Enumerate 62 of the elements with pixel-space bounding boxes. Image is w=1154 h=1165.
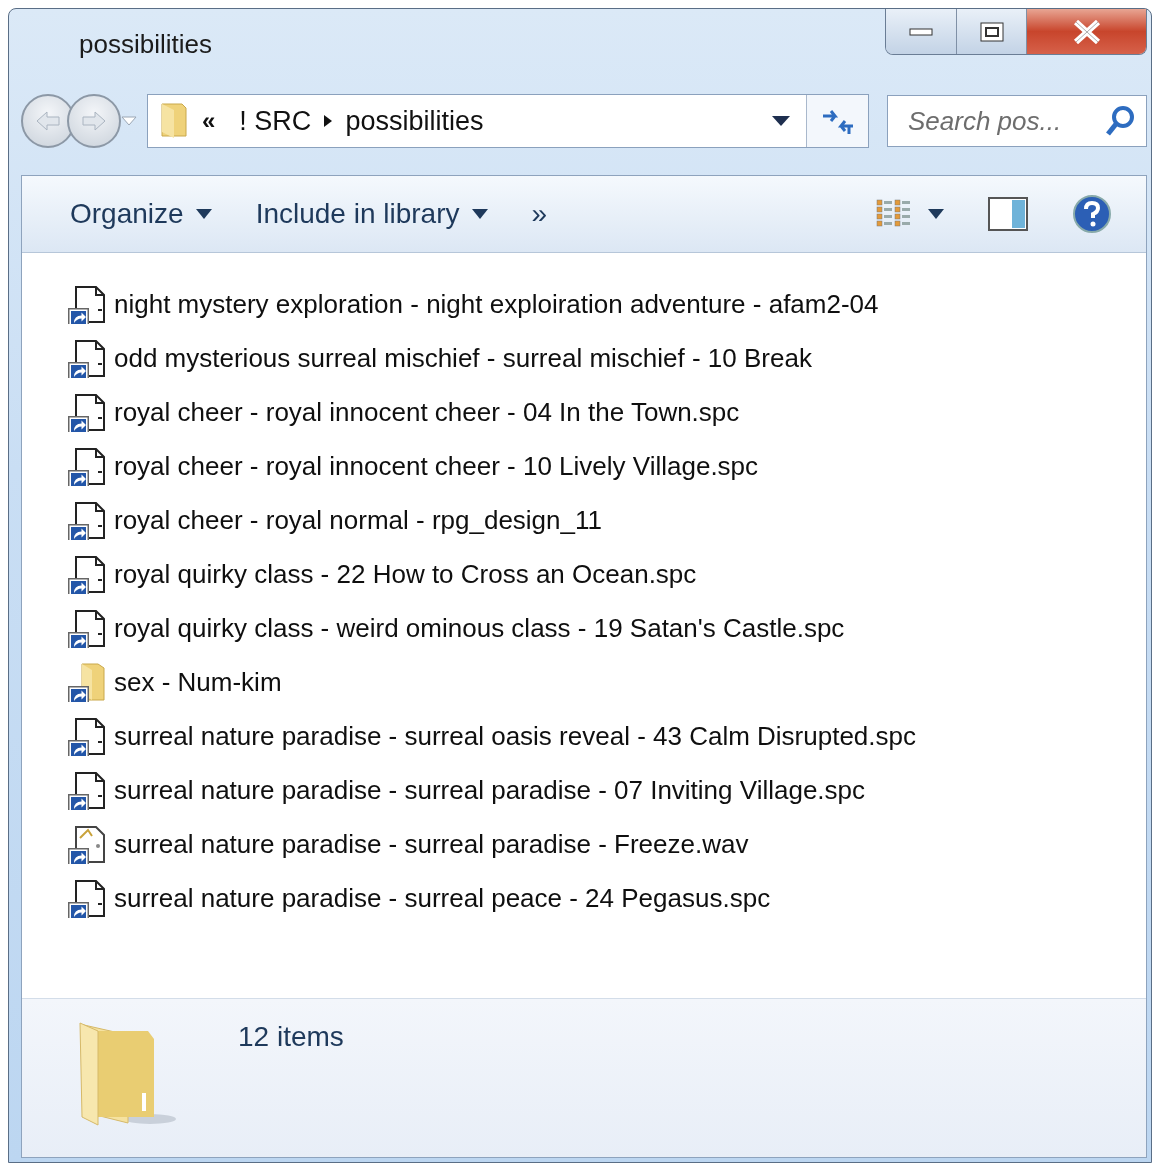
overflow-breadcrumb[interactable]: « bbox=[190, 107, 228, 135]
preview-pane-icon bbox=[988, 197, 1028, 231]
file-item[interactable]: sex - Num-kim bbox=[68, 655, 1146, 709]
file-name: surreal nature paradise - surreal paradise - 07 Inviting Village.spc bbox=[114, 774, 866, 806]
file-item[interactable]: surreal nature paradise - surreal paradise - Freeze.wav bbox=[68, 817, 1146, 871]
search-icon bbox=[1105, 105, 1135, 137]
file-name: sex - Num-kim bbox=[114, 666, 282, 698]
refresh-button[interactable] bbox=[806, 95, 868, 147]
close-icon bbox=[1071, 19, 1102, 44]
breadcrumb[interactable]: ! SRC bbox=[227, 105, 324, 137]
help-icon bbox=[1072, 194, 1112, 234]
close-button[interactable] bbox=[1026, 9, 1146, 54]
shortcut-file-icon bbox=[68, 392, 108, 432]
toolbar-menu-button[interactable]: Include in library bbox=[253, 194, 490, 234]
file-name: surreal nature paradise - surreal peace - 24 Pegasus.spc bbox=[114, 882, 771, 914]
file-name: royal cheer - royal innocent cheer - 10 Lively Village.spc bbox=[114, 450, 759, 482]
shortcut-file-icon bbox=[68, 446, 108, 486]
shortcut-file-icon bbox=[68, 878, 108, 918]
breadcrumb-arrow-icon[interactable] bbox=[323, 114, 334, 128]
shortcut-file-icon bbox=[68, 716, 108, 756]
shortcut-file-icon bbox=[68, 554, 108, 594]
item-count: 12 items bbox=[238, 1021, 344, 1054]
caret-icon bbox=[772, 116, 790, 126]
forward-button[interactable] bbox=[67, 94, 121, 148]
caret-icon bbox=[471, 209, 488, 219]
file-name: royal quirky class - weird ominous class - 19 Satan's Castle.spc bbox=[114, 612, 845, 644]
shortcut-audio-file-icon bbox=[68, 824, 108, 864]
file-item[interactable]: royal quirky class - weird ominous class - 19 Satan's Castle.spc bbox=[68, 601, 1146, 655]
more-commands-button[interactable]: » bbox=[529, 194, 550, 234]
file-item[interactable]: night mystery exploration - night exploiration adventure - afam2-04 bbox=[68, 277, 1146, 331]
minimize-icon bbox=[909, 26, 933, 37]
file-name: night mystery exploration - night exploiration adventure - afam2-04 bbox=[114, 288, 879, 320]
forward-arrow-icon bbox=[81, 110, 107, 132]
shortcut-folder-icon bbox=[68, 662, 108, 702]
shortcut-file-icon bbox=[68, 500, 108, 540]
file-name: royal cheer - royal normal - rpg_design_11 bbox=[114, 504, 602, 536]
file-item[interactable]: surreal nature paradise - surreal paradise - 07 Inviting Village.spc bbox=[68, 763, 1146, 817]
back-arrow-icon bbox=[35, 110, 61, 132]
window-title: possibilities bbox=[79, 29, 212, 60]
file-item[interactable]: royal cheer - royal innocent cheer - 10 Lively Village.spc bbox=[68, 439, 1146, 493]
file-name: surreal nature paradise - surreal paradise - Freeze.wav bbox=[114, 828, 749, 860]
toolbar-menu-button[interactable]: Organize bbox=[68, 194, 214, 234]
maximize-button[interactable] bbox=[956, 9, 1026, 54]
file-item[interactable]: odd mysterious surreal mischief - surreal mischief - 10 Break bbox=[68, 331, 1146, 385]
file-item[interactable]: royal quirky class - 22 How to Cross an Ocean.spc bbox=[68, 547, 1146, 601]
shortcut-file-icon bbox=[68, 608, 108, 648]
file-name: surreal nature paradise - surreal oasis reveal - 43 Calm Disrupted.spc bbox=[114, 720, 916, 752]
file-name: odd mysterious surreal mischief - surreal mischief - 10 Break bbox=[114, 342, 812, 374]
breadcrumb[interactable]: possibilities bbox=[333, 105, 496, 137]
file-item[interactable]: surreal nature paradise - surreal oasis reveal - 43 Calm Disrupted.spc bbox=[68, 709, 1146, 763]
caret-icon bbox=[195, 209, 212, 219]
shortcut-file-icon bbox=[68, 770, 108, 810]
file-item[interactable]: royal cheer - royal normal - rpg_design_11 bbox=[68, 493, 1146, 547]
search-field[interactable]: Search pos... bbox=[887, 95, 1147, 147]
file-item[interactable]: royal cheer - royal innocent cheer - 04 In the Town.spc bbox=[68, 385, 1146, 439]
file-item[interactable]: surreal nature paradise - surreal peace - 24 Pegasus.spc bbox=[68, 871, 1146, 925]
file-name: royal quirky class - 22 How to Cross an Ocean.spc bbox=[114, 558, 697, 590]
caret-icon bbox=[928, 209, 944, 219]
file-name: royal cheer - royal innocent cheer - 04 In the Town.spc bbox=[114, 396, 740, 428]
shortcut-file-icon bbox=[68, 284, 108, 324]
maximize-icon bbox=[979, 21, 1004, 42]
shortcut-file-icon bbox=[68, 338, 108, 378]
